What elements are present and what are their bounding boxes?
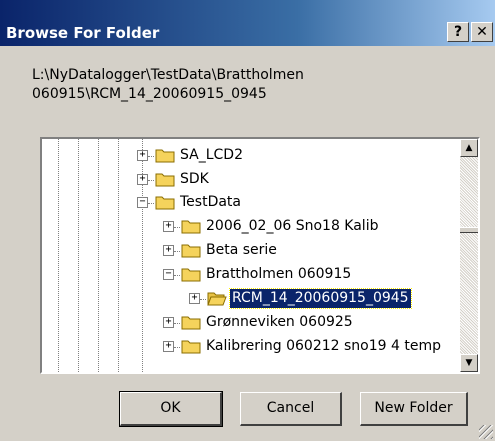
tree-item-rcm-14-20060915-0945[interactable]: + RCM_14_20060915_0945 xyxy=(42,288,462,310)
tree-item-kalibrering-060212[interactable]: + Kalibrering 060212 sno19 4 temp xyxy=(42,336,462,358)
expand-toggle-icon[interactable]: + xyxy=(163,317,174,328)
tree-item-label: TestData xyxy=(180,194,241,210)
tree-item-testdata[interactable]: − TestData xyxy=(42,192,462,214)
new-folder-button[interactable]: New Folder xyxy=(360,392,468,426)
tree-item-sdk[interactable]: + SDK xyxy=(42,169,462,191)
expand-toggle-icon[interactable]: + xyxy=(189,293,200,304)
expand-toggle-icon[interactable]: + xyxy=(137,150,148,161)
scroll-up-button[interactable]: ▲ xyxy=(460,139,478,157)
folder-tree[interactable]: + SA_LCD2 + SDK − TestData + 2006_02_06 … xyxy=(40,137,480,374)
help-button[interactable]: ? xyxy=(447,22,469,42)
scroll-thumb[interactable] xyxy=(460,227,478,233)
expand-toggle-icon[interactable]: + xyxy=(163,341,174,352)
tree-item-sa-lcd2[interactable]: + SA_LCD2 xyxy=(42,145,462,167)
window-title: Browse For Folder xyxy=(6,24,160,42)
tree-item-label: Brattholmen 060915 xyxy=(206,266,352,282)
folder-icon xyxy=(181,220,201,234)
tree-item-beta-serie[interactable]: + Beta serie xyxy=(42,240,462,262)
folder-icon xyxy=(155,196,175,210)
cancel-button[interactable]: Cancel xyxy=(240,392,342,426)
vertical-scrollbar[interactable]: ▲ ▼ xyxy=(460,139,478,372)
tree-item-label: Kalibrering 060212 sno19 4 temp xyxy=(206,338,441,354)
collapse-toggle-icon[interactable]: − xyxy=(163,269,174,280)
collapse-toggle-icon[interactable]: − xyxy=(137,197,148,208)
tree-item-label: RCM_14_20060915_0945 xyxy=(229,288,412,309)
ok-button[interactable]: OK xyxy=(119,391,223,427)
tree-item-label: SDK xyxy=(180,171,209,187)
selected-path-label: L:\NyDatalogger\TestData\Brattholmen 060… xyxy=(32,67,304,102)
tree-item-2006-02-06-sno18-kalib[interactable]: + 2006_02_06 Sno18 Kalib xyxy=(42,216,462,238)
folder-icon xyxy=(181,244,201,258)
open-folder-icon xyxy=(207,292,227,306)
folder-icon xyxy=(181,340,201,354)
tree-item-label: 2006_02_06 Sno18 Kalib xyxy=(206,218,379,234)
title-bar[interactable]: Browse For Folder ? ✕ xyxy=(0,0,495,46)
tree-item-gronneviken-060925[interactable]: + Grønneviken 060925 xyxy=(42,312,462,334)
expand-toggle-icon[interactable]: + xyxy=(163,245,174,256)
tree-item-label: Beta serie xyxy=(206,242,277,258)
folder-icon xyxy=(155,149,175,163)
expand-toggle-icon[interactable]: + xyxy=(163,221,174,232)
expand-toggle-icon[interactable]: + xyxy=(137,174,148,185)
resize-grip-icon[interactable] xyxy=(479,425,493,439)
tree-item-brattholmen-060915[interactable]: − Brattholmen 060915 xyxy=(42,264,462,286)
tree-item-label: Grønneviken 060925 xyxy=(206,314,353,330)
folder-icon xyxy=(181,268,201,282)
folder-icon xyxy=(155,173,175,187)
scroll-down-button[interactable]: ▼ xyxy=(460,354,478,372)
close-button[interactable]: ✕ xyxy=(471,22,493,42)
folder-icon xyxy=(181,316,201,330)
tree-item-label: SA_LCD2 xyxy=(180,147,243,163)
